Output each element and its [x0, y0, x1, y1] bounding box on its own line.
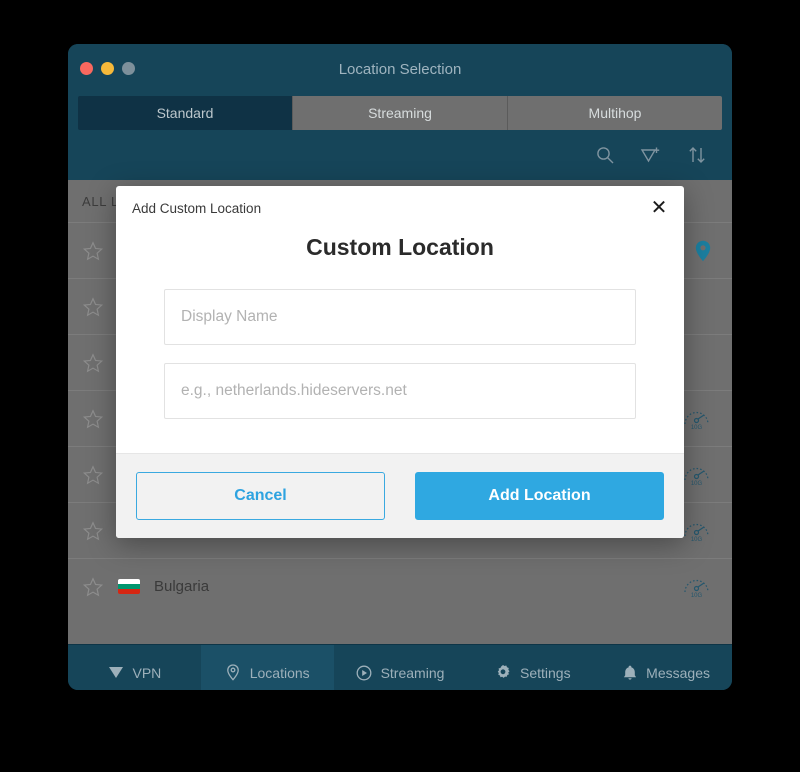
play-circle-icon [356, 664, 373, 681]
svg-text:10G: 10G [691, 481, 703, 486]
flag-icon [118, 579, 140, 594]
bottom-nav: VPN Locations Streaming Settings Message… [68, 644, 732, 690]
nav-item-label: Settings [519, 664, 571, 681]
close-icon[interactable]: ✕ [648, 197, 670, 219]
tab-standard[interactable]: Standard [78, 96, 293, 130]
app-window: Location Selection Standard Streaming Mu… [68, 44, 732, 690]
nav-item-vpn[interactable]: VPN [68, 645, 201, 690]
bell-icon [621, 664, 638, 681]
svg-text:10G: 10G [691, 593, 703, 598]
svg-text:10G: 10G [691, 425, 703, 430]
titlebar: Location Selection [68, 44, 732, 96]
nav-item-label: VPN [132, 664, 162, 681]
favorite-star-icon[interactable] [82, 408, 104, 430]
favorite-star-icon[interactable] [82, 464, 104, 486]
modal-footer: Cancel Add Location [116, 453, 684, 538]
modal-title: Custom Location [306, 234, 494, 260]
nav-item-streaming[interactable]: Streaming [334, 645, 467, 690]
modal-header-title: Add Custom Location [132, 200, 262, 216]
nav-item-label: Locations [249, 664, 310, 681]
nav-item-settings[interactable]: Settings [466, 645, 599, 690]
tab-streaming[interactable]: Streaming [293, 96, 508, 130]
add-location-icon[interactable] [640, 144, 662, 166]
tab-multihop[interactable]: Multihop [508, 96, 722, 130]
table-row[interactable]: Bulgaria 10G [68, 558, 732, 614]
sort-icon[interactable] [686, 144, 708, 166]
nav-item-label: Messages [646, 664, 710, 681]
location-pin-icon [225, 664, 242, 681]
tabbar: Standard Streaming Multihop [78, 96, 722, 130]
row-label: Bulgaria [154, 578, 210, 595]
speed-badge-10g-icon: 10G [678, 575, 712, 599]
display-name-input[interactable] [164, 289, 636, 345]
svg-text:10G: 10G [691, 537, 703, 542]
page-title: Location Selection [338, 61, 462, 78]
search-icon[interactable] [594, 144, 616, 166]
favorite-star-icon[interactable] [82, 520, 104, 542]
gear-icon [495, 664, 512, 681]
add-custom-location-modal: Add Custom Location ✕ Custom Location Ca… [116, 186, 684, 538]
nav-item-label: Streaming [380, 664, 445, 681]
toolbar [68, 130, 732, 180]
cancel-button[interactable]: Cancel [136, 472, 385, 520]
favorite-star-icon[interactable] [82, 576, 104, 598]
nav-item-messages[interactable]: Messages [599, 645, 732, 690]
nav-item-locations[interactable]: Locations [200, 645, 334, 690]
modal-body: Custom Location [116, 230, 684, 453]
vpn-icon [108, 664, 125, 681]
favorite-star-icon[interactable] [82, 352, 104, 374]
modal-header: Add Custom Location ✕ [116, 186, 684, 230]
hostname-input[interactable] [164, 363, 636, 419]
favorite-star-icon[interactable] [82, 240, 104, 262]
add-location-button[interactable]: Add Location [415, 472, 664, 520]
favorite-star-icon[interactable] [82, 296, 104, 318]
